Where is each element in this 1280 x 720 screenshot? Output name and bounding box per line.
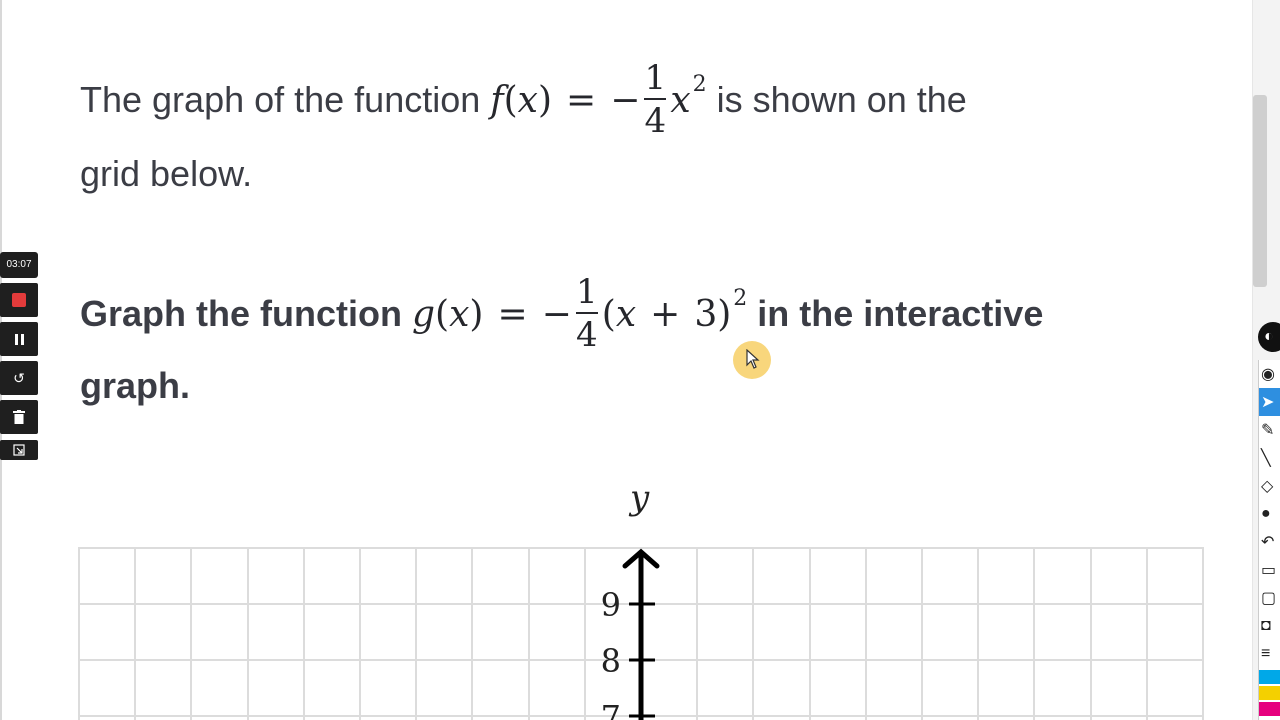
annotation-logo-icon[interactable]: ◐ xyxy=(1258,322,1280,352)
scrollbar-thumb[interactable] xyxy=(1253,95,1267,287)
f-sign: − xyxy=(610,79,641,121)
f-equation: f (x) = − 1 4 x 2 xyxy=(490,58,707,142)
f-variable: x xyxy=(670,79,691,121)
pause-recording-button[interactable] xyxy=(0,322,38,356)
problem-line-2: grid below. xyxy=(80,152,252,196)
problem-intro-text: The graph of the function xyxy=(80,79,481,120)
g-equals: = xyxy=(497,293,528,335)
problem-line-1: The graph of the function f (x) = − 1 4 … xyxy=(80,48,967,152)
f-exponent: 2 xyxy=(692,71,707,97)
g-fraction-numerator: 1 xyxy=(575,272,598,312)
pause-icon xyxy=(14,333,24,345)
text-icon[interactable]: ≡ xyxy=(1259,640,1280,668)
g-close-paren: ) xyxy=(717,293,732,335)
g-plus: + xyxy=(650,293,681,335)
pen-icon[interactable]: ✎ xyxy=(1259,416,1280,444)
g-shift: 3 xyxy=(694,293,718,335)
recording-timer: 03:07 xyxy=(0,252,38,278)
recording-toolbar: 03:07 ↺ xyxy=(0,252,38,460)
g-arg: x xyxy=(449,293,470,335)
task-end: graph. xyxy=(80,365,191,406)
f-fn-name: f xyxy=(490,79,504,121)
f-arg: x xyxy=(517,79,538,121)
problem-intro-end: grid below. xyxy=(80,153,253,194)
minimize-icon xyxy=(13,444,25,456)
whiteboard-icon[interactable]: ▢ xyxy=(1259,584,1280,612)
undo-icon[interactable]: ↶ xyxy=(1259,528,1280,556)
eye-icon[interactable]: ◉ xyxy=(1259,360,1280,388)
mouse-cursor-icon xyxy=(746,349,760,369)
stop-recording-button[interactable] xyxy=(0,283,38,317)
color-swatch-cyan[interactable] xyxy=(1259,670,1280,684)
annotation-toolbar: ◉ ➤ ✎ ╲ ◇ ● ↶ ▭ ▢ ◘ ≡ xyxy=(1258,360,1280,720)
problem-intro-suffix: is shown on the xyxy=(716,79,967,120)
y-tick-label: 8 xyxy=(601,642,621,680)
restart-icon: ↺ xyxy=(13,370,25,386)
trash-icon[interactable]: ▭ xyxy=(1259,556,1280,584)
y-axis-label: y xyxy=(630,478,650,518)
g-sign: − xyxy=(541,293,572,335)
g-fn-name: g xyxy=(411,293,436,335)
trash-icon xyxy=(13,410,25,424)
eraser-icon[interactable]: ◇ xyxy=(1259,472,1280,500)
y-tick-label: 9 xyxy=(601,586,621,624)
f-fraction: 1 4 xyxy=(644,58,667,142)
minimize-toolbar-button[interactable] xyxy=(0,440,38,460)
color-swatch-magenta[interactable] xyxy=(1259,702,1280,716)
f-fraction-denominator: 4 xyxy=(644,101,667,141)
restart-recording-button[interactable]: ↺ xyxy=(0,361,38,395)
y-tick-label: 7 xyxy=(601,698,621,720)
line-icon[interactable]: ╲ xyxy=(1259,444,1280,472)
task-line-2: graph. xyxy=(80,364,190,408)
f-equals: = xyxy=(566,79,597,121)
cursor-icon[interactable]: ➤ xyxy=(1259,388,1280,416)
g-variable: x xyxy=(615,293,637,335)
g-equation: g (x) = − 1 4 ( x + 3 ) 2 xyxy=(411,272,748,356)
task-suffix: in the interactive xyxy=(757,293,1044,334)
f-fraction-numerator: 1 xyxy=(644,58,667,98)
camera-icon[interactable]: ◘ xyxy=(1259,612,1280,640)
stop-icon xyxy=(12,293,26,307)
y-axis-ticks: 9 8 7 xyxy=(601,586,655,720)
g-open-paren: ( xyxy=(601,293,616,335)
g-fraction: 1 4 xyxy=(575,272,598,356)
interactive-graph[interactable]: 9 8 7 xyxy=(78,540,1204,720)
y-axis xyxy=(622,548,660,720)
g-exponent: 2 xyxy=(733,285,748,311)
color-swatch-yellow[interactable] xyxy=(1259,686,1280,700)
dot-icon[interactable]: ● xyxy=(1259,500,1280,528)
task-text: Graph the function xyxy=(80,293,402,334)
delete-recording-button[interactable] xyxy=(0,400,38,434)
g-fraction-denominator: 4 xyxy=(575,315,598,355)
task-line-1: Graph the function g (x) = − 1 4 ( x + 3… xyxy=(80,262,1043,366)
